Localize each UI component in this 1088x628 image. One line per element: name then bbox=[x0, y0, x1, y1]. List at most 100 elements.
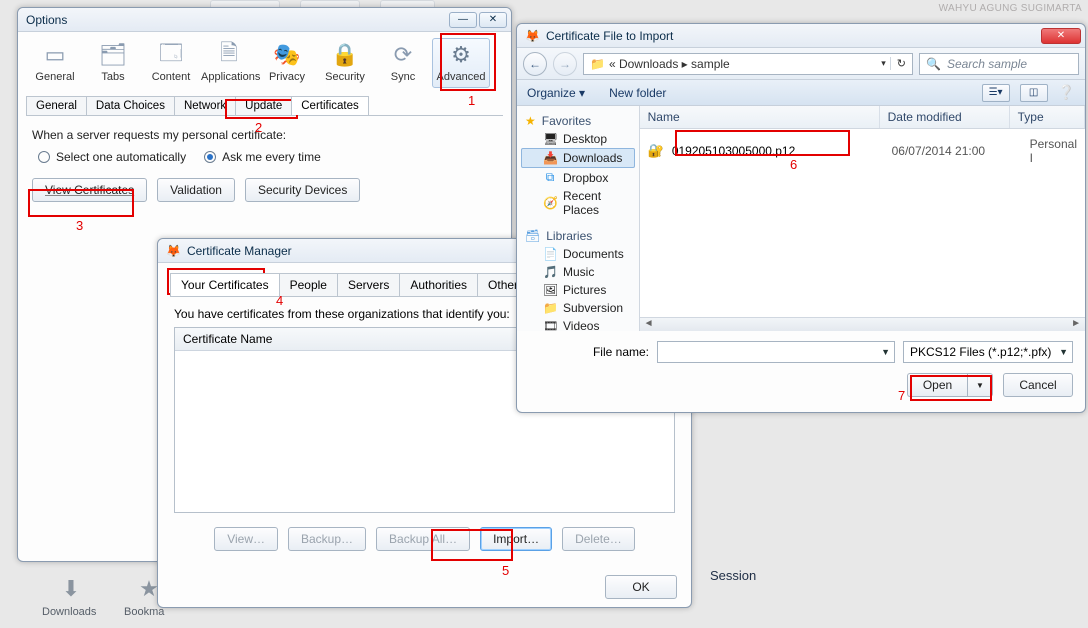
certmgr-backupall-button[interactable]: Backup All… bbox=[376, 527, 470, 551]
downloads-icon[interactable]: ⬇ bbox=[56, 576, 86, 602]
view-certificates-button[interactable]: View Certificates bbox=[32, 178, 147, 202]
pictures-icon: 🖼 bbox=[543, 283, 557, 297]
file-row[interactable]: 🔐019205103005000.p12 06/07/2014 21:00 Pe… bbox=[644, 135, 1081, 167]
help-icon[interactable]: ❔ bbox=[1058, 84, 1075, 101]
certmgr-delete-button[interactable]: Delete… bbox=[562, 527, 635, 551]
subtab-update[interactable]: Update bbox=[235, 96, 292, 115]
certmgr-backup-button[interactable]: Backup… bbox=[288, 527, 366, 551]
tab-people[interactable]: People bbox=[279, 273, 338, 296]
search-icon: 🔍 bbox=[926, 57, 941, 71]
file-area[interactable]: 🔐019205103005000.p12 06/07/2014 21:00 Pe… bbox=[640, 129, 1085, 317]
anno-2: 2 bbox=[255, 120, 262, 135]
col-date[interactable]: Date modified bbox=[880, 106, 1010, 128]
favorites-header[interactable]: ★Favorites bbox=[521, 112, 635, 130]
options-titlebar: Options — ✕ bbox=[18, 8, 511, 32]
radio-select-auto[interactable]: Select one automatically bbox=[38, 150, 186, 164]
tool-tabs-label: Tabs bbox=[101, 71, 124, 83]
new-folder-button[interactable]: New folder bbox=[609, 86, 666, 100]
radio-select-auto-label: Select one automatically bbox=[56, 150, 186, 164]
session-label: Session bbox=[710, 568, 756, 583]
validation-button[interactable]: Validation bbox=[157, 178, 235, 202]
tool-general[interactable]: ▭General bbox=[26, 38, 84, 88]
chevron-down-icon[interactable]: ▼ bbox=[881, 347, 890, 357]
breadcrumb[interactable]: 📁 « Downloads ▸ sample ▾ ↻ bbox=[583, 53, 913, 75]
close-button[interactable]: ✕ bbox=[479, 12, 507, 28]
tool-privacy[interactable]: 🎭Privacy bbox=[258, 38, 316, 88]
tool-applications[interactable]: 🗎Applications bbox=[200, 38, 258, 88]
open-dropdown-button[interactable]: ▼ bbox=[967, 373, 993, 397]
view-mode-button[interactable]: ☰▾ bbox=[982, 84, 1010, 102]
downloads-folder-icon: 📥 bbox=[543, 151, 557, 165]
file-dialog-window: 🦊 Certificate File to Import ✕ ← → 📁 « D… bbox=[516, 23, 1086, 413]
tool-applications-label: Applications bbox=[201, 71, 260, 83]
subtab-certificates[interactable]: Certificates bbox=[291, 96, 369, 115]
tool-sync[interactable]: ⟳Sync bbox=[374, 38, 432, 88]
tab-servers[interactable]: Servers bbox=[337, 273, 400, 296]
subversion-icon: 📁 bbox=[543, 301, 557, 315]
nav-music[interactable]: 🎵Music bbox=[521, 263, 635, 281]
search-input[interactable]: 🔍 Search sample bbox=[919, 53, 1079, 75]
file-type: Personal I bbox=[1030, 137, 1077, 165]
subtab-data-choices[interactable]: Data Choices bbox=[86, 96, 175, 115]
file-filter-select[interactable]: PKCS12 Files (*.p12;*.pfx) ▼ bbox=[903, 341, 1073, 363]
certmgr-import-button[interactable]: Import… bbox=[480, 527, 552, 551]
tab-authorities[interactable]: Authorities bbox=[399, 273, 478, 296]
security-devices-button[interactable]: Security Devices bbox=[245, 178, 360, 202]
forward-button[interactable]: → bbox=[553, 52, 577, 76]
options-title: Options bbox=[26, 13, 67, 27]
downloads-label: Downloads bbox=[42, 606, 96, 618]
nav-subversion[interactable]: 📁Subversion bbox=[521, 299, 635, 317]
tool-general-label: General bbox=[35, 71, 74, 83]
nav-dropbox[interactable]: ⧉Dropbox bbox=[521, 168, 635, 187]
tool-tabs[interactable]: 🗂Tabs bbox=[84, 38, 142, 88]
breadcrumb-text: « Downloads ▸ sample bbox=[609, 57, 730, 71]
nav-documents-label: Documents bbox=[563, 247, 624, 261]
view-certificates-label: View Certificates bbox=[45, 183, 134, 197]
desktop-icon: 🖥 bbox=[543, 132, 557, 146]
nav-desktop-label: Desktop bbox=[563, 132, 607, 146]
file-name: 019205103005000.p12 bbox=[672, 144, 795, 158]
nav-desktop[interactable]: 🖥 Desktop bbox=[521, 130, 635, 148]
col-name[interactable]: Name bbox=[640, 106, 880, 128]
recent-icon: 🧭 bbox=[543, 196, 557, 210]
subtab-network[interactable]: Network bbox=[174, 96, 236, 115]
tool-security[interactable]: 🔒Security bbox=[316, 38, 374, 88]
tool-sync-label: Sync bbox=[391, 71, 415, 83]
chevron-down-icon[interactable]: ▼ bbox=[1059, 347, 1068, 357]
cert-file-icon: 🔐 bbox=[648, 143, 664, 159]
radio-ask-every-time[interactable]: Ask me every time bbox=[204, 150, 321, 164]
libraries-header[interactable]: 🗃Libraries bbox=[521, 227, 635, 245]
col-type[interactable]: Type bbox=[1010, 106, 1085, 128]
libraries-icon: 🗃 bbox=[525, 229, 540, 243]
certmgr-ok-button[interactable]: OK bbox=[605, 575, 677, 599]
nav-documents[interactable]: 📄Documents bbox=[521, 245, 635, 263]
cancel-button[interactable]: Cancel bbox=[1003, 373, 1073, 397]
back-button[interactable]: ← bbox=[523, 52, 547, 76]
preview-pane-button[interactable]: ◫ bbox=[1020, 84, 1048, 102]
nav-downloads[interactable]: 📥Downloads bbox=[521, 148, 635, 168]
filename-input[interactable]: ▼ bbox=[657, 341, 895, 363]
organize-menu[interactable]: Organize ▾ bbox=[527, 86, 585, 100]
horizontal-scrollbar[interactable] bbox=[640, 317, 1085, 331]
file-filter-label: PKCS12 Files (*.p12;*.pfx) bbox=[910, 345, 1051, 359]
minimize-button[interactable]: — bbox=[449, 12, 477, 28]
firefox-icon: 🦊 bbox=[166, 244, 181, 258]
nav-videos[interactable]: 🎞Videos bbox=[521, 317, 635, 331]
certmgr-view-button[interactable]: View… bbox=[214, 527, 278, 551]
navigation-pane: ★Favorites 🖥Desktop 📥Downloads ⧉Dropbox … bbox=[517, 106, 640, 331]
subtab-general[interactable]: General bbox=[26, 96, 87, 115]
refresh-icon[interactable]: ↻ bbox=[890, 57, 906, 70]
nav-recent[interactable]: 🧭Recent Places bbox=[521, 187, 635, 219]
filedlg-navrow: ← → 📁 « Downloads ▸ sample ▾ ↻ 🔍 Search … bbox=[517, 48, 1085, 80]
certmgr-title: Certificate Manager bbox=[187, 244, 292, 258]
tool-advanced-label: Advanced bbox=[437, 71, 486, 83]
tool-advanced[interactable]: ⚙Advanced bbox=[432, 38, 490, 88]
open-button[interactable]: Open bbox=[907, 373, 967, 397]
music-icon: 🎵 bbox=[543, 265, 557, 279]
tool-content[interactable]: 🗔Content bbox=[142, 38, 200, 88]
nav-pictures[interactable]: 🖼Pictures bbox=[521, 281, 635, 299]
filedlg-close-button[interactable]: ✕ bbox=[1041, 28, 1081, 44]
tab-your-certificates[interactable]: Your Certificates bbox=[170, 273, 280, 296]
chevron-down-icon[interactable]: ▾ bbox=[881, 58, 886, 69]
filedlg-title: Certificate File to Import bbox=[546, 29, 673, 43]
